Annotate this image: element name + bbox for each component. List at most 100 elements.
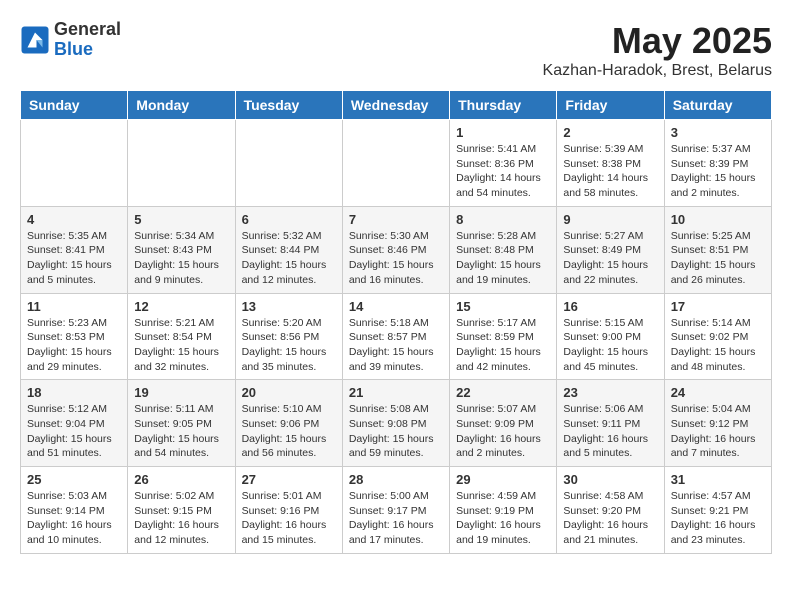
calendar-cell: 18Sunrise: 5:12 AM Sunset: 9:04 PM Dayli… [21,380,128,467]
calendar-week-row: 25Sunrise: 5:03 AM Sunset: 9:14 PM Dayli… [21,467,772,554]
day-info: Sunrise: 5:10 AM Sunset: 9:06 PM Dayligh… [242,402,336,461]
day-info: Sunrise: 5:03 AM Sunset: 9:14 PM Dayligh… [27,489,121,548]
calendar-week-row: 18Sunrise: 5:12 AM Sunset: 9:04 PM Dayli… [21,380,772,467]
day-number: 13 [242,299,336,314]
day-info: Sunrise: 5:32 AM Sunset: 8:44 PM Dayligh… [242,229,336,288]
calendar-cell: 16Sunrise: 5:15 AM Sunset: 9:00 PM Dayli… [557,293,664,380]
month-year-title: May 2025 [543,20,772,62]
day-info: Sunrise: 5:01 AM Sunset: 9:16 PM Dayligh… [242,489,336,548]
day-info: Sunrise: 5:07 AM Sunset: 9:09 PM Dayligh… [456,402,550,461]
calendar-cell: 10 Sunrise: 5:25 AM Sunset: 8:51 PM Dayli… [664,206,771,293]
calendar-cell: 19Sunrise: 5:11 AM Sunset: 9:05 PM Dayli… [128,380,235,467]
calendar-cell: 21 Sunrise: 5:08 AM Sunset: 9:08 PM Dayli… [342,380,449,467]
day-info: Sunrise: 5:39 AM Sunset: 8:38 PM Dayligh… [563,142,657,201]
calendar-cell [235,120,342,207]
calendar-cell: 28 Sunrise: 5:00 AM Sunset: 9:17 PM Dayli… [342,467,449,554]
day-number: 14 [349,299,443,314]
day-number: 19 [134,385,228,400]
day-info: Sunrise: 5:06 AM Sunset: 9:11 PM Dayligh… [563,402,657,461]
day-number: 24 [671,385,765,400]
day-info: Sunrise: 5:30 AM Sunset: 8:46 PM Dayligh… [349,229,443,288]
calendar-header-wednesday: Wednesday [342,91,449,120]
day-number: 10 [671,212,765,227]
calendar-header-sunday: Sunday [21,91,128,120]
calendar-cell: 22 Sunrise: 5:07 AM Sunset: 9:09 PM Dayli… [450,380,557,467]
day-number: 22 [456,385,550,400]
calendar-week-row: 1 Sunrise: 5:41 AM Sunset: 8:36 PM Daylig… [21,120,772,207]
calendar-header-thursday: Thursday [450,91,557,120]
logo-general-text: General [54,20,121,40]
day-info: Sunrise: 5:35 AM Sunset: 8:41 PM Dayligh… [27,229,121,288]
calendar-header-tuesday: Tuesday [235,91,342,120]
day-number: 9 [563,212,657,227]
calendar-header-friday: Friday [557,91,664,120]
day-info: Sunrise: 5:00 AM Sunset: 9:17 PM Dayligh… [349,489,443,548]
day-info: Sunrise: 5:12 AM Sunset: 9:04 PM Dayligh… [27,402,121,461]
calendar-cell: 31Sunrise: 4:57 AM Sunset: 9:21 PM Dayli… [664,467,771,554]
day-number: 28 [349,472,443,487]
calendar-cell [342,120,449,207]
calendar-cell: 17Sunrise: 5:14 AM Sunset: 9:02 PM Dayli… [664,293,771,380]
calendar-cell: 2 Sunrise: 5:39 AM Sunset: 8:38 PM Daylig… [557,120,664,207]
day-info: Sunrise: 5:37 AM Sunset: 8:39 PM Dayligh… [671,142,765,201]
day-info: Sunrise: 5:17 AM Sunset: 8:59 PM Dayligh… [456,316,550,375]
logo-text: General Blue [54,20,121,60]
day-number: 5 [134,212,228,227]
calendar-cell [21,120,128,207]
day-number: 27 [242,472,336,487]
calendar-cell: 15Sunrise: 5:17 AM Sunset: 8:59 PM Dayli… [450,293,557,380]
calendar-cell: 6 Sunrise: 5:32 AM Sunset: 8:44 PM Daylig… [235,206,342,293]
day-info: Sunrise: 4:57 AM Sunset: 9:21 PM Dayligh… [671,489,765,548]
calendar-cell: 23 Sunrise: 5:06 AM Sunset: 9:11 PM Dayli… [557,380,664,467]
day-info: Sunrise: 5:34 AM Sunset: 8:43 PM Dayligh… [134,229,228,288]
day-info: Sunrise: 4:59 AM Sunset: 9:19 PM Dayligh… [456,489,550,548]
day-info: Sunrise: 5:04 AM Sunset: 9:12 PM Dayligh… [671,402,765,461]
day-number: 2 [563,125,657,140]
calendar-cell [128,120,235,207]
day-number: 8 [456,212,550,227]
calendar-cell: 8Sunrise: 5:28 AM Sunset: 8:48 PM Daylig… [450,206,557,293]
calendar-header-monday: Monday [128,91,235,120]
day-number: 26 [134,472,228,487]
day-info: Sunrise: 5:23 AM Sunset: 8:53 PM Dayligh… [27,316,121,375]
calendar-cell: 9Sunrise: 5:27 AM Sunset: 8:49 PM Daylig… [557,206,664,293]
day-info: Sunrise: 5:25 AM Sunset: 8:51 PM Dayligh… [671,229,765,288]
day-number: 30 [563,472,657,487]
day-number: 7 [349,212,443,227]
calendar-cell: 1 Sunrise: 5:41 AM Sunset: 8:36 PM Daylig… [450,120,557,207]
calendar-cell: 24 Sunrise: 5:04 AM Sunset: 9:12 PM Dayli… [664,380,771,467]
calendar-week-row: 11Sunrise: 5:23 AM Sunset: 8:53 PM Dayli… [21,293,772,380]
calendar-week-row: 4 Sunrise: 5:35 AM Sunset: 8:41 PM Daylig… [21,206,772,293]
day-number: 16 [563,299,657,314]
logo: General Blue [20,20,121,60]
day-info: Sunrise: 5:14 AM Sunset: 9:02 PM Dayligh… [671,316,765,375]
calendar-cell: 12Sunrise: 5:21 AM Sunset: 8:54 PM Dayli… [128,293,235,380]
day-number: 20 [242,385,336,400]
page-header: General Blue May 2025 Kazhan-Haradok, Br… [20,20,772,80]
day-number: 1 [456,125,550,140]
calendar-cell: 20 Sunrise: 5:10 AM Sunset: 9:06 PM Dayli… [235,380,342,467]
calendar-cell: 14Sunrise: 5:18 AM Sunset: 8:57 PM Dayli… [342,293,449,380]
day-number: 6 [242,212,336,227]
day-number: 23 [563,385,657,400]
day-info: Sunrise: 5:20 AM Sunset: 8:56 PM Dayligh… [242,316,336,375]
day-number: 4 [27,212,121,227]
day-info: Sunrise: 5:08 AM Sunset: 9:08 PM Dayligh… [349,402,443,461]
logo-icon [20,25,50,55]
calendar-cell: 11Sunrise: 5:23 AM Sunset: 8:53 PM Dayli… [21,293,128,380]
calendar-cell: 25Sunrise: 5:03 AM Sunset: 9:14 PM Dayli… [21,467,128,554]
day-info: Sunrise: 5:41 AM Sunset: 8:36 PM Dayligh… [456,142,550,201]
calendar-cell: 27 Sunrise: 5:01 AM Sunset: 9:16 PM Dayli… [235,467,342,554]
calendar-cell: 7 Sunrise: 5:30 AM Sunset: 8:46 PM Daylig… [342,206,449,293]
calendar-cell: 3 Sunrise: 5:37 AM Sunset: 8:39 PM Daylig… [664,120,771,207]
day-number: 12 [134,299,228,314]
calendar-cell: 13 Sunrise: 5:20 AM Sunset: 8:56 PM Dayli… [235,293,342,380]
calendar-header-row: SundayMondayTuesdayWednesdayThursdayFrid… [21,91,772,120]
day-info: Sunrise: 5:02 AM Sunset: 9:15 PM Dayligh… [134,489,228,548]
day-number: 3 [671,125,765,140]
day-number: 21 [349,385,443,400]
day-info: Sunrise: 4:58 AM Sunset: 9:20 PM Dayligh… [563,489,657,548]
day-number: 29 [456,472,550,487]
calendar-cell: 26 Sunrise: 5:02 AM Sunset: 9:15 PM Dayli… [128,467,235,554]
calendar-cell: 4 Sunrise: 5:35 AM Sunset: 8:41 PM Daylig… [21,206,128,293]
